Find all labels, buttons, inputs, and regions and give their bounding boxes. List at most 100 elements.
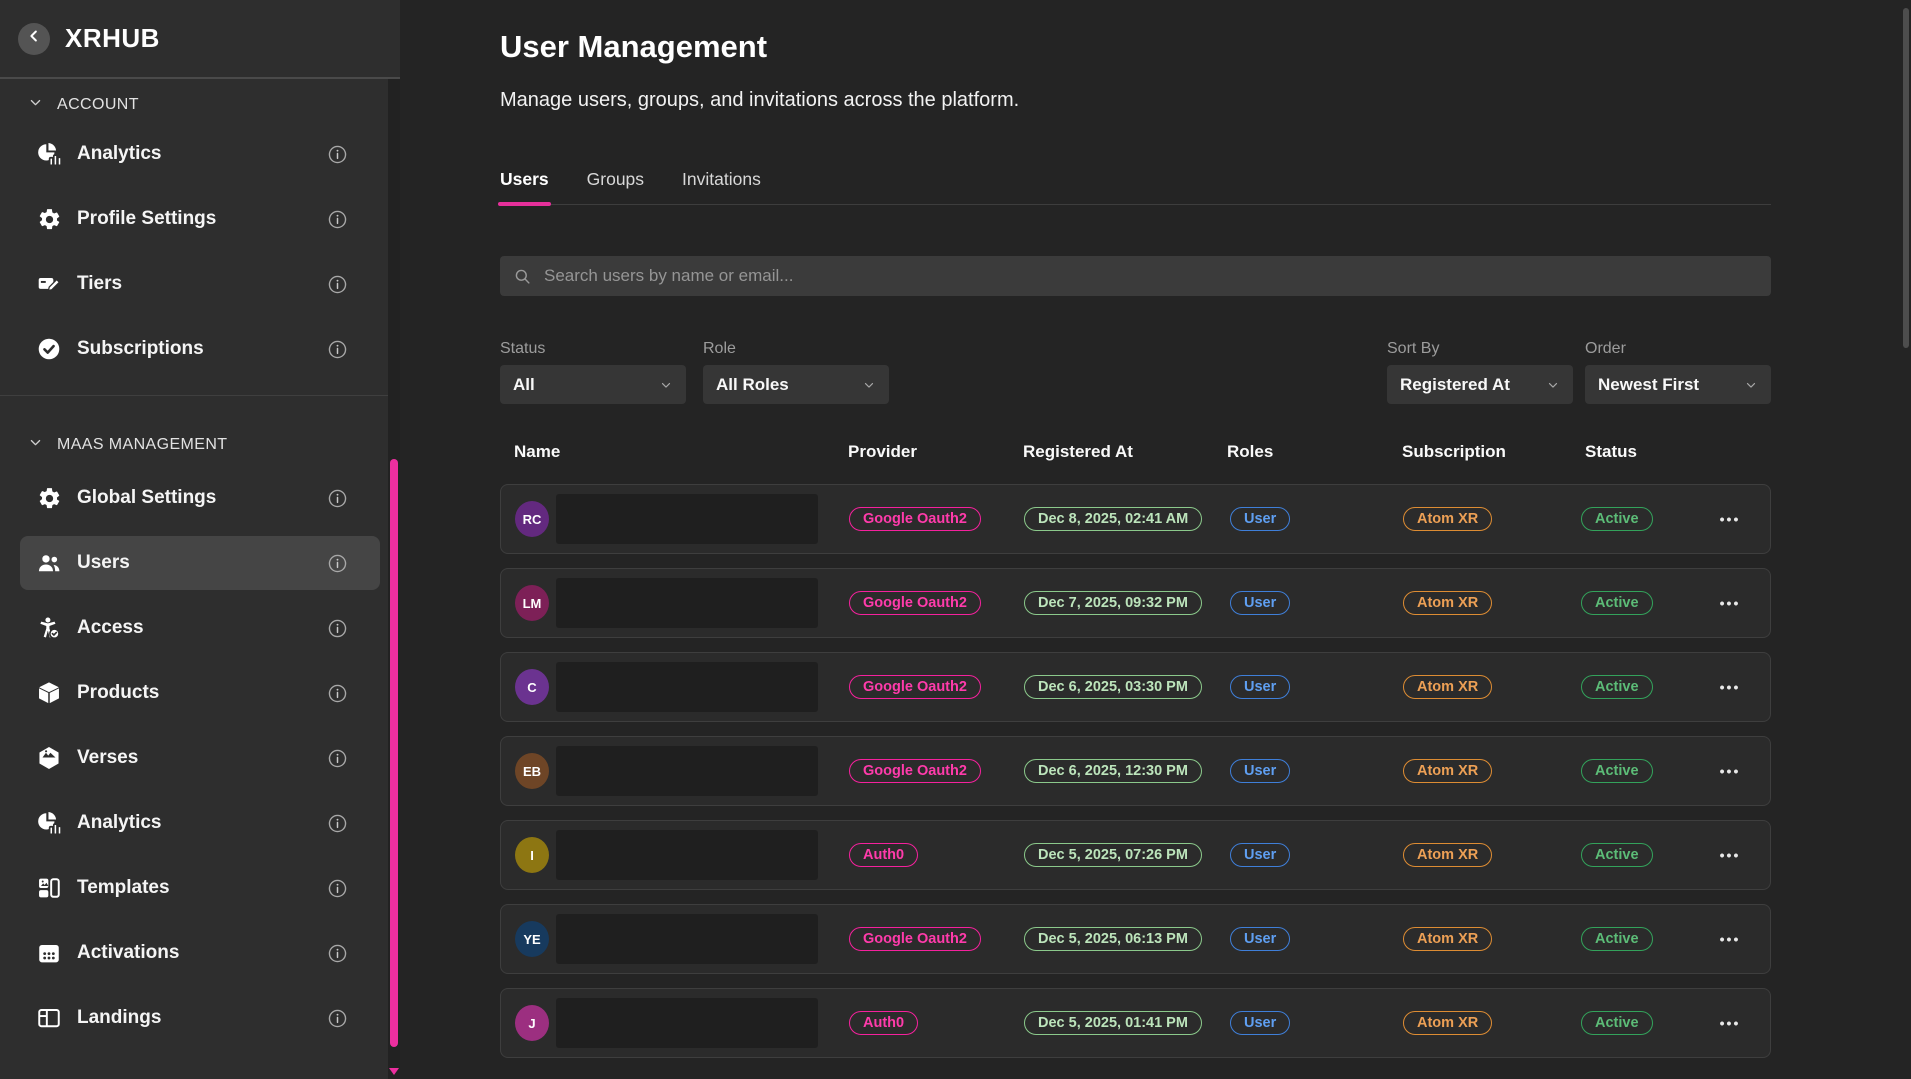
row-menu-button[interactable]: •••	[1708, 511, 1752, 527]
sidebar-item-global-settings[interactable]: Global Settings	[20, 471, 380, 525]
sidebar-item-label: Tiers	[77, 273, 122, 295]
provider-badge: Google Oauth2	[849, 675, 981, 699]
sidebar-section-account[interactable]: ACCOUNT	[28, 95, 400, 115]
role-badge: User	[1230, 759, 1290, 783]
status-filter: Status All	[500, 340, 686, 404]
sidebar-item-label: Landings	[77, 1007, 161, 1029]
info-icon[interactable]	[327, 553, 348, 574]
sidebar-scrollbar-thumb[interactable]	[390, 459, 398, 1047]
sidebar-item-activations[interactable]: Activations	[20, 926, 380, 980]
calendar-icon	[36, 940, 62, 966]
sidebar-item-users[interactable]: Users	[20, 536, 380, 590]
info-icon[interactable]	[327, 683, 348, 704]
chevron-down-icon	[28, 95, 43, 115]
row-menu-button[interactable]: •••	[1708, 595, 1752, 611]
box-icon	[36, 680, 62, 706]
avatar: J	[515, 1005, 549, 1041]
page-title: User Management	[500, 28, 1771, 66]
subscription-badge: Atom XR	[1403, 591, 1492, 615]
search-box[interactable]	[500, 256, 1771, 296]
info-icon[interactable]	[327, 1008, 348, 1029]
chevron-down-icon	[862, 378, 876, 392]
avatar: RC	[515, 501, 549, 537]
row-menu-button[interactable]: •••	[1708, 931, 1752, 947]
row-menu-button[interactable]: •••	[1708, 679, 1752, 695]
chevron-down-icon	[659, 378, 673, 392]
main-area: User Management Manage users, groups, an…	[400, 0, 1911, 1079]
info-icon[interactable]	[327, 488, 348, 509]
sidebar-item-label: Access	[77, 617, 144, 639]
sidebar-item-profile-settings[interactable]: Profile Settings	[20, 192, 380, 246]
sidebar-item-verses[interactable]: Verses	[20, 731, 380, 785]
row-menu-button[interactable]: •••	[1708, 763, 1752, 779]
chevron-down-icon	[28, 435, 43, 455]
tab-invitations[interactable]: Invitations	[682, 169, 761, 204]
sidebar-nav: ACCOUNT Analytics Profile Settings Tiers Sub…	[0, 79, 400, 1045]
row-menu-button[interactable]: •••	[1708, 1015, 1752, 1031]
status-filter-dropdown[interactable]: All	[500, 365, 686, 404]
info-icon[interactable]	[327, 878, 348, 899]
sidebar-item-landings[interactable]: Landings	[20, 991, 380, 1045]
info-icon[interactable]	[327, 274, 348, 295]
user-table: RCGoogle Oauth2Dec 8, 2025, 02:41 AMUser…	[500, 484, 1771, 1058]
templates-icon	[36, 875, 62, 901]
tab-users[interactable]: Users	[500, 169, 549, 204]
subscription-badge: Atom XR	[1403, 843, 1492, 867]
pie-chart-icon	[36, 141, 62, 167]
sidebar-item-tiers[interactable]: Tiers	[20, 257, 380, 311]
sidebar-item-analytics[interactable]: Analytics	[20, 796, 380, 850]
page-scrollbar-thumb[interactable]	[1903, 8, 1909, 348]
sidebar-item-analytics[interactable]: Analytics	[20, 127, 380, 181]
cube-scene-icon	[36, 745, 62, 771]
info-icon[interactable]	[327, 813, 348, 834]
provider-badge: Google Oauth2	[849, 759, 981, 783]
role-filter-dropdown[interactable]: All Roles	[703, 365, 889, 404]
registered-at-badge: Dec 6, 2025, 12:30 PM	[1024, 759, 1202, 783]
subscription-badge: Atom XR	[1403, 507, 1492, 531]
row-menu-button[interactable]: •••	[1708, 847, 1752, 863]
tab-groups[interactable]: Groups	[587, 169, 644, 204]
info-icon[interactable]	[327, 943, 348, 964]
avatar: LM	[515, 585, 549, 621]
search-icon	[513, 267, 532, 286]
avatar: I	[515, 837, 549, 873]
card-pen-icon	[36, 271, 62, 297]
role-filter: Role All Roles	[703, 340, 889, 404]
info-icon[interactable]	[327, 144, 348, 165]
search-input[interactable]	[542, 265, 1758, 287]
status-filter-label: Status	[500, 340, 686, 358]
info-icon[interactable]	[327, 748, 348, 769]
name-redacted-box	[556, 914, 818, 964]
sidebar-item-label: Analytics	[77, 812, 161, 834]
info-icon[interactable]	[327, 618, 348, 639]
role-badge: User	[1230, 843, 1290, 867]
sidebar-section-maas-management[interactable]: MAAS MANAGEMENT	[28, 435, 400, 455]
provider-badge: Google Oauth2	[849, 927, 981, 951]
scrollbar-down-arrow-icon[interactable]	[389, 1068, 399, 1075]
info-icon[interactable]	[327, 339, 348, 360]
status-badge: Active	[1581, 843, 1653, 867]
info-icon[interactable]	[327, 209, 348, 230]
table-row: RCGoogle Oauth2Dec 8, 2025, 02:41 AMUser…	[500, 484, 1771, 554]
order-filter: Order Newest First	[1585, 340, 1771, 404]
name-redacted-box	[556, 998, 818, 1048]
sort-by-dropdown[interactable]: Registered At	[1387, 365, 1573, 404]
status-badge: Active	[1581, 591, 1653, 615]
avatar: C	[515, 669, 549, 705]
sidebar-item-label: Profile Settings	[77, 208, 216, 230]
sidebar-item-templates[interactable]: Templates	[20, 861, 380, 915]
order-dropdown[interactable]: Newest First	[1585, 365, 1771, 404]
filters-row: Status All Role All Roles Sort By Regist…	[500, 340, 1771, 404]
sidebar-item-products[interactable]: Products	[20, 666, 380, 720]
sidebar-item-access[interactable]: Access	[20, 601, 380, 655]
sidebar-scrollbar-track[interactable]	[388, 79, 400, 1079]
back-button[interactable]	[18, 23, 50, 55]
name-redacted-box	[556, 746, 818, 796]
sidebar-item-subscriptions[interactable]: Subscriptions	[20, 322, 380, 376]
registered-at-badge: Dec 5, 2025, 01:41 PM	[1024, 1011, 1202, 1035]
avatar: EB	[515, 753, 549, 789]
sidebar-item-label: Templates	[77, 877, 170, 899]
status-badge: Active	[1581, 1011, 1653, 1035]
users-icon	[36, 550, 62, 576]
sidebar-item-label: Verses	[77, 747, 138, 769]
